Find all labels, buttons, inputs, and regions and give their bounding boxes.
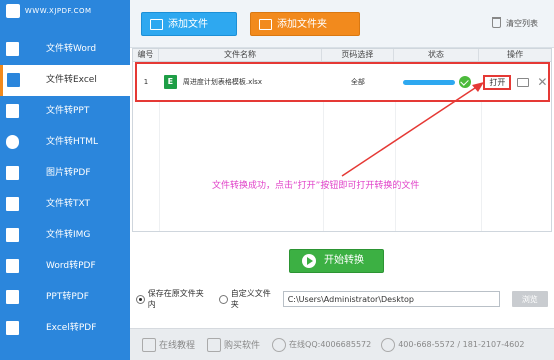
row-actions: 打开 ✕ — [479, 63, 551, 101]
add-folder-button[interactable]: 添加文件夹 — [250, 12, 360, 36]
pdf-icon — [6, 321, 19, 335]
qq-icon — [272, 337, 287, 352]
open-button[interactable]: 打开 — [483, 74, 512, 90]
sidebar-item-label: Word转PDF — [46, 261, 96, 271]
option-source-label: 保存在原文件夹内 — [147, 289, 204, 309]
sidebar-item-label: Excel转PDF — [46, 323, 97, 333]
phone-icon — [381, 337, 396, 352]
sidebar-item-label: 文件转TXT — [46, 199, 91, 209]
footer-buy-label: 购买软件 — [224, 341, 261, 351]
header-action: 操作 — [507, 50, 524, 59]
sidebar-item-html[interactable]: 文件转HTML — [0, 127, 130, 158]
browse-button[interactable]: 浏览 — [511, 291, 549, 307]
sidebar-item-label: PPT转PDF — [46, 292, 89, 302]
row-index: 1 — [143, 78, 149, 86]
footer-buy[interactable]: 购买软件 — [207, 337, 261, 352]
footer-qq-label: 在线QQ:4006685572 — [289, 340, 372, 349]
sidebar-item-txt[interactable]: 文件转TXT — [0, 189, 130, 220]
sidebar-item-ppt[interactable]: 文件转PPT — [0, 96, 130, 127]
clear-list-button[interactable]: 清空列表 — [492, 17, 538, 29]
row-filename-cell: E 周进度计划表格模板.xlsx — [159, 63, 322, 101]
trash-icon — [492, 17, 501, 28]
close-icon[interactable]: ✕ — [537, 75, 547, 89]
sidebar-item-label: 文件转HTML — [46, 137, 99, 147]
sidebar-item-excel[interactable]: 文件转Excel — [0, 65, 130, 96]
progress-bar — [402, 79, 455, 85]
pdf-icon — [6, 290, 19, 304]
row-status — [394, 63, 480, 101]
sidebar-item-label: 文件转Excel — [46, 75, 97, 85]
word-icon — [6, 42, 19, 56]
book-icon — [142, 337, 156, 352]
radio-custom-folder[interactable] — [219, 294, 228, 304]
output-path-input[interactable] — [282, 291, 500, 307]
folder-add-icon — [259, 19, 272, 30]
sidebar-item-word[interactable]: 文件转Word — [0, 34, 130, 65]
txt-icon — [6, 197, 19, 211]
footer-phone: 400-668-5572 / 181-2107-4602 — [381, 337, 525, 352]
header-pages: 页码选择 — [322, 49, 394, 61]
pdf-icon — [6, 259, 19, 273]
add-file-button[interactable]: 添加文件 — [141, 12, 237, 36]
table-header: 编号 文件名称 页码选择 状态 操作 — [133, 49, 551, 62]
footer: 在线教程 购买软件 在线QQ:4006685572 400-668-5572 /… — [130, 328, 554, 360]
annotation-text: 文件转换成功，点击“打开”按钮即可打开转换的文件 — [212, 181, 420, 191]
footer-tutorial[interactable]: 在线教程 — [142, 337, 196, 352]
convert-label: 开始转换 — [324, 255, 364, 266]
toolbar: 添加文件 添加文件夹 清空列表 — [130, 0, 554, 48]
check-icon — [458, 76, 471, 88]
header-index: 编号 — [133, 49, 159, 61]
header-status: 状态 — [394, 49, 480, 61]
option-custom-label: 自定义文件夹 — [230, 289, 271, 309]
sidebar-item-excel-pdf[interactable]: Excel转PDF — [0, 313, 130, 344]
sidebar: WWW.XJPDF.COM 文件转Word 文件转Excel 文件转PPT 文件… — [0, 0, 130, 360]
sidebar-item-label: 图片转PDF — [46, 168, 91, 178]
radio-source-folder[interactable] — [136, 294, 145, 304]
sidebar-item-label: 文件转IMG — [46, 230, 91, 240]
header-filename: 文件名称 — [159, 49, 323, 61]
add-folder-label: 添加文件夹 — [277, 19, 327, 30]
row-pages: 全部 — [350, 78, 365, 86]
logo: WWW.XJPDF.COM — [0, 0, 130, 34]
row-filename: 周进度计划表格模板.xlsx — [182, 78, 262, 86]
img-icon — [6, 228, 19, 242]
folder-icon[interactable] — [517, 77, 530, 87]
clear-list-label: 清空列表 — [506, 19, 538, 28]
cart-icon — [207, 337, 222, 352]
globe-icon — [6, 135, 19, 149]
sidebar-item-image-pdf[interactable]: 图片转PDF — [0, 158, 130, 189]
sidebar-item-label: 文件转Word — [46, 44, 97, 54]
footer-phone-label: 400-668-5572 / 181-2107-4602 — [398, 340, 525, 349]
add-file-label: 添加文件 — [168, 19, 208, 30]
sidebar-item-img[interactable]: 文件转IMG — [0, 220, 130, 251]
logo-url: WWW.XJPDF.COM — [24, 7, 92, 15]
footer-qq[interactable]: 在线QQ:4006685572 — [272, 337, 372, 352]
footer-tutorial-label: 在线教程 — [159, 341, 196, 351]
ppt-icon — [6, 104, 19, 118]
start-convert-button[interactable]: 开始转换 — [289, 249, 384, 273]
table-row[interactable]: 1 E 周进度计划表格模板.xlsx 全部 打开 ✕ — [133, 63, 551, 101]
image-icon — [6, 166, 19, 180]
sidebar-item-label: 文件转PPT — [46, 106, 90, 116]
sidebar-nav: 文件转Word 文件转Excel 文件转PPT 文件转HTML 图片转PDF 文… — [0, 34, 130, 344]
file-table: 编号 文件名称 页码选择 状态 操作 1 E 周进度计划表格模板.xlsx 全部… — [132, 48, 552, 232]
logo-icon — [6, 4, 20, 18]
file-add-icon — [150, 19, 163, 30]
excel-file-icon: E — [163, 75, 177, 89]
sidebar-item-word-pdf[interactable]: Word转PDF — [0, 251, 130, 282]
sidebar-item-ppt-pdf[interactable]: PPT转PDF — [0, 282, 130, 313]
excel-icon — [7, 73, 20, 87]
output-options: 保存在原文件夹内 自定义文件夹 浏览 — [136, 289, 549, 309]
table-gridlines — [133, 101, 551, 231]
play-icon — [302, 254, 316, 268]
